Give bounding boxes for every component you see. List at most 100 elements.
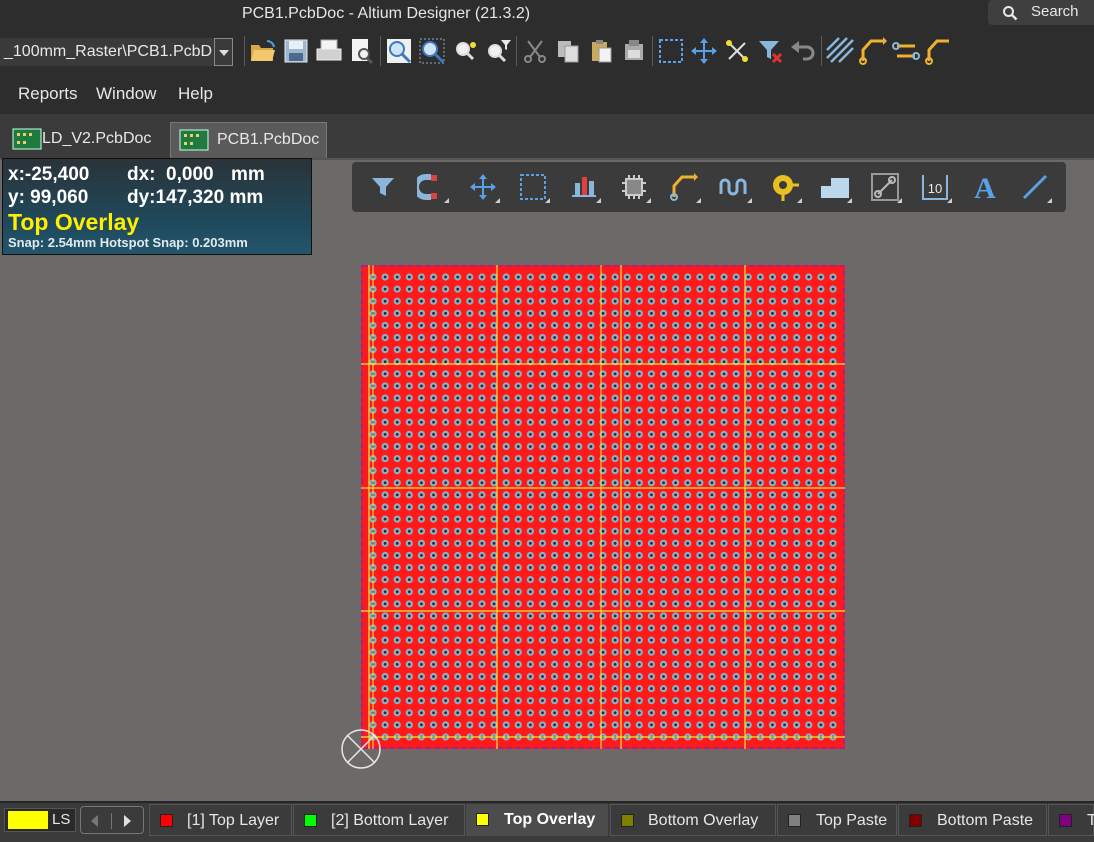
document-path-combo[interactable]: _100mm_Raster\PCB1.PcbD xyxy=(0,38,214,66)
pad-hole xyxy=(577,638,581,642)
magnet-icon[interactable] xyxy=(415,170,449,204)
pad-hole xyxy=(758,275,762,279)
pad-hole xyxy=(674,650,678,654)
pad-hole xyxy=(734,602,738,606)
pad-hole xyxy=(710,687,714,690)
print-preview-icon[interactable] xyxy=(347,36,377,66)
pad-hole xyxy=(383,554,387,557)
search-box[interactable]: Search xyxy=(988,0,1094,25)
pad-hole xyxy=(819,275,823,279)
pad-hole xyxy=(444,348,448,352)
align-icon[interactable] xyxy=(567,170,601,204)
pad-hole xyxy=(468,372,472,376)
pad-hole xyxy=(589,626,593,630)
keepout-icon[interactable] xyxy=(868,170,902,204)
pad-hole xyxy=(528,384,532,388)
pad-hole xyxy=(734,554,738,557)
layer-tab-top-layer[interactable]: [1] Top Layer xyxy=(149,804,292,836)
layer-tab-top-overlay[interactable]: Top Overlay xyxy=(466,804,608,836)
pad-hole xyxy=(432,445,435,448)
tab-pcb1-pcbdoc[interactable]: PCB1.PcbDoc xyxy=(170,122,327,158)
interactive-length-icon[interactable] xyxy=(718,170,752,204)
route-icon[interactable] xyxy=(667,170,701,204)
pad-hole xyxy=(553,384,556,388)
zoom-area-icon[interactable] xyxy=(417,36,447,66)
clear-filter-icon[interactable] xyxy=(755,36,785,66)
layer-tab-truncated[interactable]: T xyxy=(1048,804,1094,836)
via-icon[interactable] xyxy=(768,170,802,204)
pad-hole xyxy=(674,517,678,521)
pad-hole xyxy=(674,614,678,618)
route-multiple-icon[interactable] xyxy=(924,36,954,66)
pad-hole xyxy=(831,566,835,569)
zoom-selected-icon[interactable] xyxy=(450,36,480,66)
zoom-fit-document-icon[interactable] xyxy=(384,36,414,66)
chevron-down-icon[interactable] xyxy=(214,38,233,66)
text-icon[interactable]: A xyxy=(968,170,1002,204)
pad-hole xyxy=(758,711,762,715)
filter-icon[interactable] xyxy=(366,170,400,204)
cut-icon[interactable] xyxy=(520,36,550,66)
save-icon[interactable] xyxy=(281,36,311,66)
pad-hole xyxy=(613,602,617,606)
pad-hole xyxy=(650,529,653,533)
pcb-board[interactable] xyxy=(361,265,845,749)
component-icon[interactable] xyxy=(617,170,651,204)
layer-tab-bottom-layer[interactable]: [2] Bottom Layer xyxy=(293,804,465,836)
pad-hole xyxy=(819,578,823,582)
select-inside-area-icon[interactable] xyxy=(656,36,686,66)
pad-hole xyxy=(541,675,544,678)
pad-hole xyxy=(637,541,641,545)
region-icon[interactable] xyxy=(818,170,852,204)
pad-hole xyxy=(758,396,762,400)
pad-hole xyxy=(577,336,581,339)
pad-hole xyxy=(674,566,678,569)
pad-hole xyxy=(807,505,811,509)
scroll-left-icon[interactable] xyxy=(91,815,98,827)
copy-icon[interactable] xyxy=(553,36,583,66)
pad-hole xyxy=(541,517,544,521)
pad-hole xyxy=(734,493,738,497)
scroll-right-icon[interactable] xyxy=(124,815,131,827)
select-rect-icon[interactable] xyxy=(516,170,550,204)
layer-tab-bottom-paste[interactable]: Bottom Paste xyxy=(898,804,1047,836)
pad-hole xyxy=(807,469,811,473)
pad-hole xyxy=(577,566,581,569)
move-icon[interactable] xyxy=(466,170,500,204)
menu-window[interactable]: Window xyxy=(96,84,156,104)
paste-icon[interactable] xyxy=(586,36,616,66)
line-icon[interactable] xyxy=(1018,170,1052,204)
route-track-icon[interactable] xyxy=(858,36,888,66)
deselect-all-icon[interactable] xyxy=(722,36,752,66)
pad-hole xyxy=(444,420,448,424)
pad-hole xyxy=(456,529,460,533)
pad-hole xyxy=(480,457,484,460)
menu-reports[interactable]: Reports xyxy=(18,84,78,104)
pad-hole xyxy=(625,324,629,327)
menu-help[interactable]: Help xyxy=(178,84,213,104)
undo-icon[interactable] xyxy=(788,36,818,66)
print-icon[interactable] xyxy=(314,36,344,66)
dimension-icon[interactable]: 10 xyxy=(918,170,952,204)
current-layer-indicator[interactable]: LS xyxy=(4,808,76,832)
layer-tab-bottom-overlay[interactable]: Bottom Overlay xyxy=(610,804,776,836)
rubber-stamp-icon[interactable] xyxy=(619,36,649,66)
pad-hole xyxy=(420,566,423,569)
pad-hole xyxy=(383,590,387,594)
tab-ld-v2-pcbdoc[interactable]: LD_V2.PcbDoc xyxy=(4,122,168,158)
pad-hole xyxy=(565,687,569,690)
pad-hole xyxy=(407,408,411,412)
pad-hole xyxy=(771,626,774,630)
diff-pair-icon[interactable] xyxy=(891,36,921,66)
pad-hole xyxy=(541,469,544,473)
pad-hole xyxy=(492,372,496,376)
open-folder-icon[interactable] xyxy=(248,36,278,66)
layer-tab-top-paste[interactable]: Top Paste xyxy=(777,804,897,836)
polygon-pour-icon[interactable] xyxy=(825,36,855,66)
pad-hole xyxy=(480,638,484,642)
pad-hole xyxy=(456,602,460,606)
pad-hole xyxy=(383,445,387,448)
move-selection-icon[interactable] xyxy=(689,36,719,66)
zoom-filtered-icon[interactable] xyxy=(483,36,513,66)
pad-hole xyxy=(444,287,448,291)
